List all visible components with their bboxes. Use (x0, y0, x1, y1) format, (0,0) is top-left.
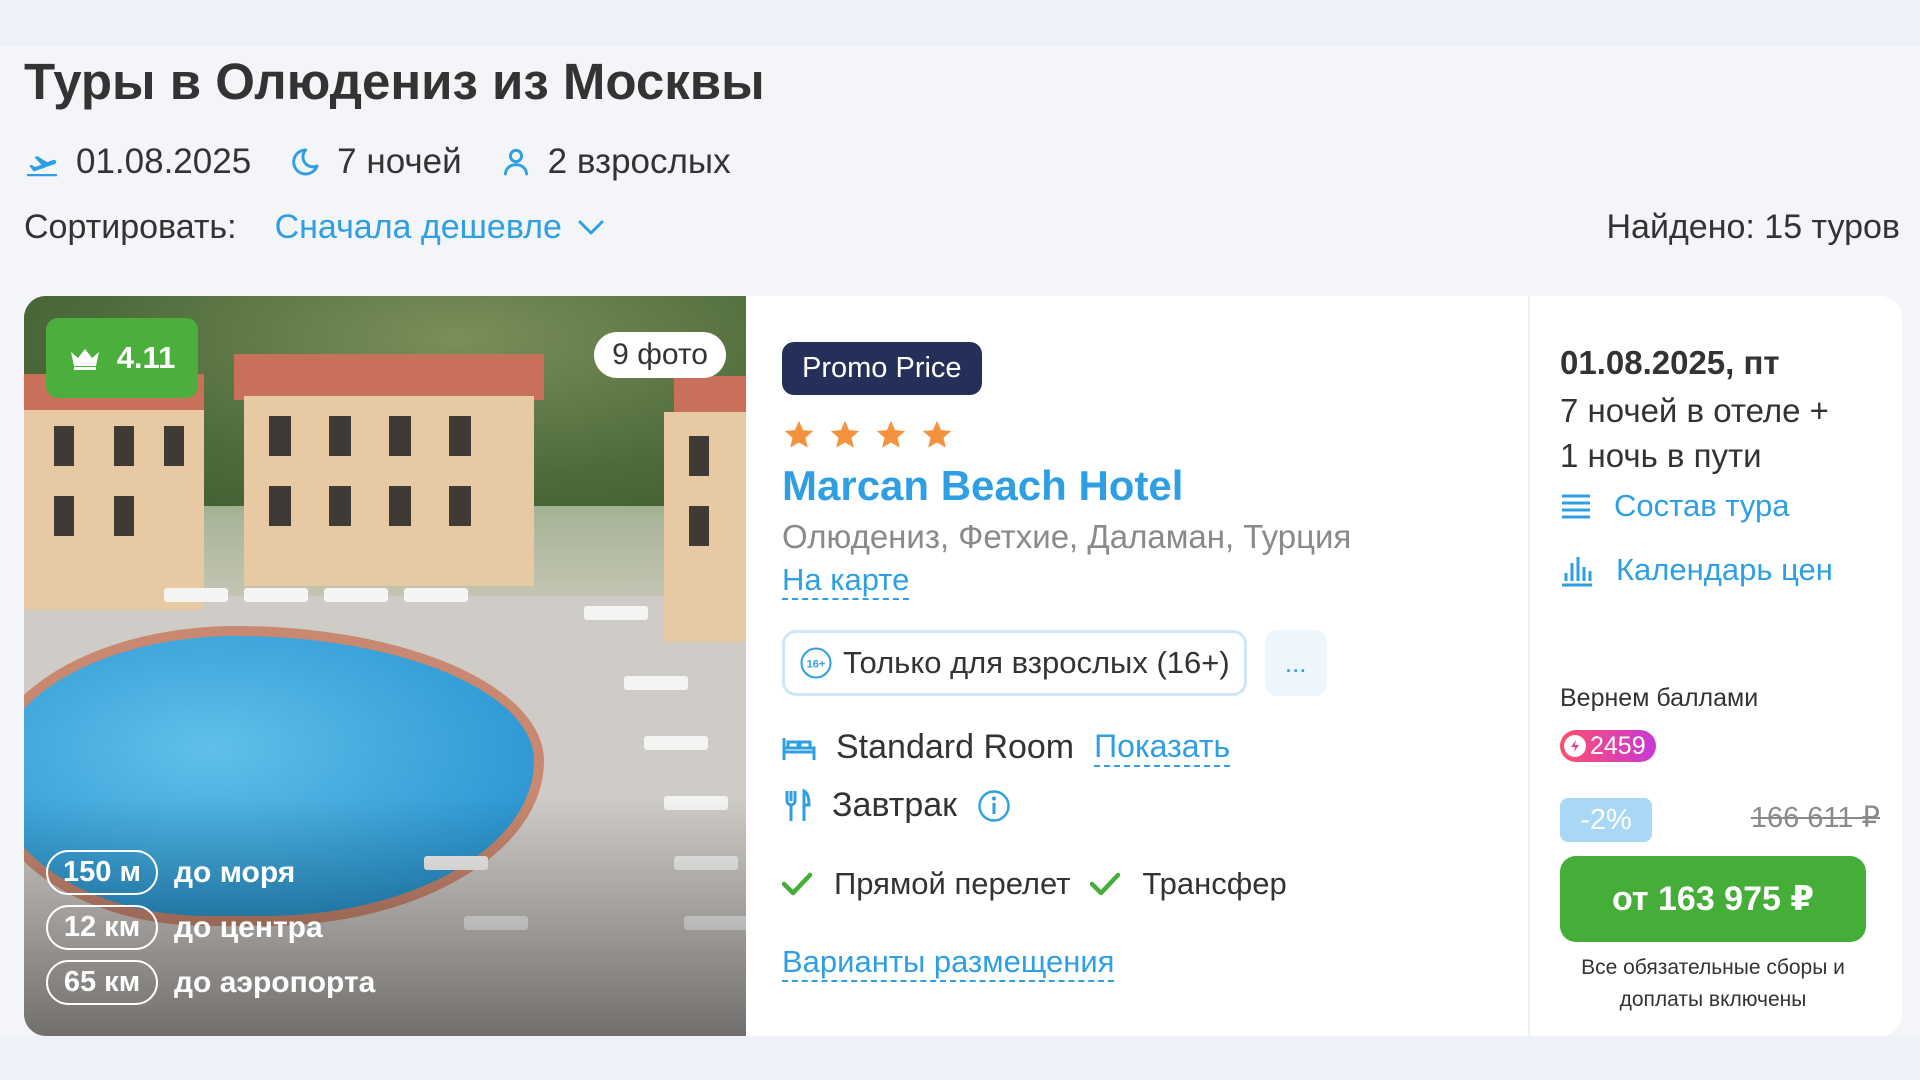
feature-text: Трансфер (1142, 866, 1287, 901)
feature-direct-flight: Прямой перелет (782, 866, 1070, 902)
meal-row: Завтрак (782, 786, 1031, 825)
distances-list: 150 м до моря 12 км до центра 65 км до а… (46, 850, 375, 1015)
chevron-down-icon (578, 220, 604, 234)
offer-panel: 01.08.2025, пт 7 ночей в отеле + 1 ночь … (1560, 296, 1880, 1036)
old-price: 166 611 ₽ (1750, 802, 1880, 834)
fees-note: Все обязательные сборы и доплаты включен… (1581, 956, 1845, 1011)
nights-text: 7 ночей (337, 142, 462, 181)
sort-dropdown[interactable]: Сначала дешевле (275, 208, 606, 247)
sort-value-text: Сначала дешевле (274, 208, 562, 246)
star-icon (830, 420, 860, 448)
crown-icon (70, 349, 99, 370)
hotel-name-link[interactable]: Marcan Beach Hotel (782, 462, 1183, 510)
photo-count-button[interactable]: 9 фото (594, 332, 726, 378)
nights-summary: 7 ночей (289, 142, 462, 182)
distance-label: до моря (174, 855, 296, 889)
sort-label: Сортировать: (24, 208, 237, 246)
info-icon[interactable] (977, 789, 1011, 823)
divider (1528, 296, 1530, 1036)
fork-knife-icon (785, 788, 811, 821)
moon-icon (292, 148, 319, 176)
promo-badge: Promo Price (782, 342, 982, 395)
distance-item: 12 км до центра (46, 905, 375, 950)
distance-label: до центра (174, 910, 323, 944)
feature-transfer: Трансфер (1090, 866, 1287, 902)
hotel-info: Promo Price Marcan Beach Hotel Олюдениз,… (782, 296, 1532, 1036)
star-icon (922, 420, 952, 448)
tour-contents-text: Состав тура (1614, 488, 1790, 523)
nights-line-1: 7 ночей в отеле + (1560, 392, 1829, 429)
nights-line-2: 1 ночь в пути (1560, 437, 1762, 474)
show-room-link[interactable]: Показать (1094, 728, 1231, 767)
price-calendar-text: Календарь цен (1616, 552, 1833, 587)
guests-summary: 2 взрослых (500, 142, 731, 182)
star-rating (782, 418, 966, 452)
list-icon (1562, 494, 1590, 519)
distance-label: до аэропорта (174, 965, 376, 999)
meal-type: Завтрак (832, 786, 958, 824)
check-icon (1090, 872, 1121, 896)
age-icon-text: 16+ (807, 659, 826, 671)
price-calendar-link[interactable]: Календарь цен (1560, 552, 1833, 588)
hotel-photo[interactable]: 4.11 9 фото 150 м до моря 12 км до центр… (24, 296, 746, 1036)
distance-value: 65 км (46, 960, 158, 1005)
more-tags-button[interactable]: ... (1264, 630, 1327, 696)
sort-control: Сортировать: Сначала дешевле (24, 208, 606, 247)
bolt-icon (1564, 735, 1586, 757)
bed-icon (782, 737, 816, 760)
page-title: Туры в Олюдениз из Москвы (24, 53, 765, 110)
results-count: Найдено: 15 туров (1606, 208, 1901, 246)
tags-row: 16+ Только для взрослых (16+) ... (782, 630, 1327, 696)
accommodation-variants-link[interactable]: Варианты размещения (782, 944, 1115, 982)
bonus-badge: 2459 (1560, 730, 1656, 762)
offer-nights: 7 ночей в отеле + 1 ночь в пути (1560, 388, 1880, 478)
tour-contents-link[interactable]: Состав тура (1560, 488, 1789, 524)
distance-item: 150 м до моря (46, 850, 375, 895)
check-icon (782, 872, 812, 896)
map-link[interactable]: На карте (782, 562, 910, 600)
star-icon (876, 420, 906, 448)
bar-chart-icon (1562, 557, 1592, 587)
plane-takeoff-icon (27, 156, 57, 177)
rating-badge[interactable]: 4.11 (46, 318, 198, 398)
adults-only-tag: 16+ Только для взрослых (16+) (782, 630, 1247, 696)
distance-value: 150 м (46, 850, 158, 895)
date-summary: 01.08.2025 (24, 142, 251, 182)
search-summary: 01.08.2025 7 ночей 2 взрослых (24, 140, 769, 184)
price-button[interactable]: от 163 975 ₽ (1560, 856, 1866, 942)
hotel-card: 4.11 9 фото 150 м до моря 12 км до центр… (24, 296, 1902, 1036)
star-icon (784, 420, 814, 448)
room-type: Standard Room (836, 728, 1075, 766)
date-text: 01.08.2025 (76, 142, 252, 181)
distance-value: 12 км (46, 905, 158, 950)
distance-item: 65 км до аэропорта (46, 960, 375, 1005)
guests-text: 2 взрослых (547, 142, 731, 181)
bonus-label: Вернем баллами (1560, 684, 1759, 712)
adults-only-text: Только для взрослых (16+) (843, 645, 1230, 680)
bonus-value: 2459 (1590, 731, 1646, 760)
hotel-location: Олюдениз, Фетхие, Даламан, Турция (782, 518, 1352, 555)
room-row: Standard Room Показать (782, 728, 1231, 767)
age-16-icon: 16+ (800, 647, 832, 679)
offer-date: 01.08.2025, пт (1560, 344, 1780, 381)
rating-value: 4.11 (116, 340, 176, 375)
discount-badge: -2% (1560, 798, 1652, 842)
features-row: Прямой перелет Трансфер (782, 866, 1307, 902)
feature-text: Прямой перелет (834, 866, 1071, 901)
person-icon (503, 148, 528, 176)
